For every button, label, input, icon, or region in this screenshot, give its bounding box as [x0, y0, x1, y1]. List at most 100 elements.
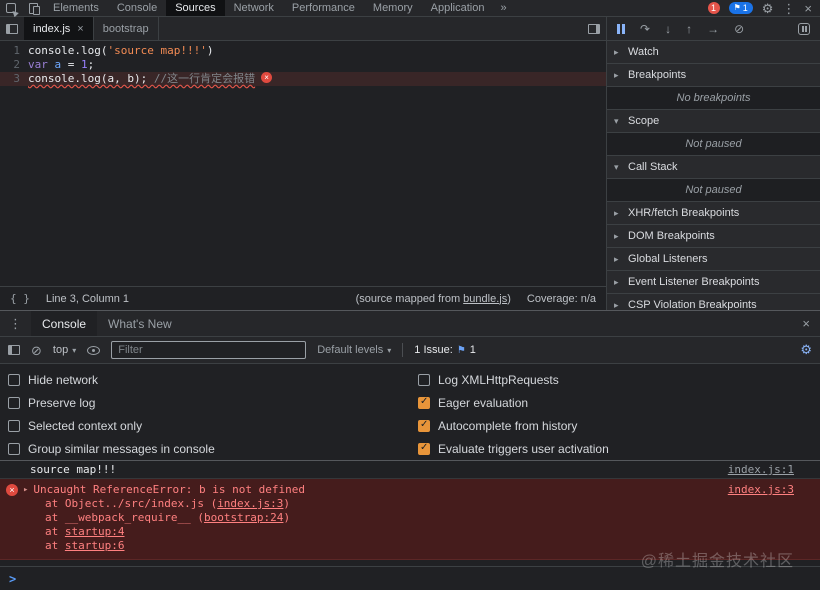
error-underlined-code: console.log(a, b); //这一行肯定会报错 — [28, 72, 255, 86]
clear-console-icon[interactable]: ⊘ — [31, 344, 42, 357]
sidebar-section-csp-violation-breakpoints[interactable]: ▸ CSP Violation Breakpoints — [607, 294, 820, 310]
file-tab-bootstrap[interactable]: bootstrap — [94, 17, 159, 40]
file-tab-indexjs[interactable]: index.js × — [24, 17, 94, 40]
checkbox-label: Group similar messages in console — [28, 441, 215, 456]
settings-gear-icon[interactable]: ⚙ — [762, 2, 774, 15]
console-drawer-header: ⋮ Console What's New × — [0, 311, 820, 337]
step-out-icon[interactable]: ↑ — [686, 23, 692, 35]
tab-elements[interactable]: Elements — [44, 0, 108, 16]
close-drawer-icon[interactable]: × — [792, 316, 820, 331]
checkbox-checked[interactable] — [418, 419, 430, 432]
checkbox-label: Eager evaluation — [438, 396, 529, 411]
line-number[interactable]: 2 — [0, 58, 28, 72]
checkbox-label: Selected context only — [28, 418, 143, 433]
sidebar-section-scope[interactable]: ▾ Scope — [607, 110, 820, 133]
settings-column-left: Hide network Preserve log Selected conte… — [8, 369, 418, 460]
checkbox[interactable] — [8, 442, 20, 455]
context-selector[interactable]: top ▾ — [53, 344, 76, 356]
expand-arrow-icon[interactable]: ▸ — [23, 483, 28, 497]
more-tabs-icon[interactable]: » — [493, 2, 513, 14]
code-token: = — [61, 58, 81, 71]
line-number[interactable]: 3 — [0, 72, 28, 86]
tab-performance[interactable]: Performance — [283, 0, 364, 16]
stack-text: at Object../src/index.js ( — [45, 497, 218, 510]
tab-memory[interactable]: Memory — [364, 0, 422, 16]
sidebar-section-call-stack[interactable]: ▾ Call Stack — [607, 156, 820, 179]
drawer-tab-whats-new[interactable]: What's New — [97, 311, 183, 336]
error-count-badge[interactable]: 1 — [707, 2, 720, 14]
sidebar-section-global-listeners[interactable]: ▸ Global Listeners — [607, 248, 820, 271]
pause-on-exceptions-icon[interactable] — [798, 22, 810, 35]
chevron-icon: ▸ — [614, 253, 619, 264]
source-map-text: (source mapped from — [355, 292, 464, 305]
deactivate-breakpoints-icon[interactable]: ⊘ — [734, 23, 744, 35]
sidebar-section-event-listener-breakpoints[interactable]: ▸ Event Listener Breakpoints — [607, 271, 820, 294]
prompt-chevron-icon: > — [9, 571, 17, 586]
checkbox[interactable] — [8, 397, 20, 410]
issues-count-badge[interactable]: ⚑ 1 — [728, 2, 753, 14]
code-editor[interactable]: 1 console.log('source map!!!') 2 var a = 1… — [0, 41, 606, 286]
close-tab-icon[interactable]: × — [77, 23, 83, 35]
drawer-menu-icon[interactable]: ⋮ — [0, 316, 31, 332]
drawer-tab-console[interactable]: Console — [31, 311, 98, 336]
checkbox[interactable] — [8, 419, 20, 432]
tab-console[interactable]: Console — [108, 0, 166, 16]
step-over-icon[interactable]: ↷ — [640, 23, 650, 35]
tab-sources[interactable]: Sources — [166, 0, 225, 16]
devtools-tab-bar: Elements Console Sources Network Perform… — [0, 0, 820, 17]
line-number[interactable]: 1 — [0, 44, 28, 58]
sidebar-section-watch[interactable]: ▸ Watch — [607, 41, 820, 64]
stack-link[interactable]: bootstrap:24 — [204, 511, 283, 524]
tab-network[interactable]: Network — [225, 0, 283, 16]
console-settings-gear-icon[interactable]: ⚙ — [800, 342, 812, 358]
more-options-icon[interactable]: ⋮ — [782, 2, 795, 15]
chevron-down-icon: ▾ — [72, 345, 77, 355]
not-paused-message: Not paused — [607, 133, 820, 156]
log-levels-dropdown[interactable]: Default levels ▾ — [317, 344, 391, 356]
close-devtools-icon[interactable]: × — [804, 2, 812, 15]
stack-link[interactable]: index.js:3 — [217, 497, 283, 510]
code-line: 2 var a = 1; — [0, 58, 606, 72]
checkbox[interactable] — [418, 374, 430, 387]
source-map-link[interactable]: bundle.js — [463, 293, 507, 305]
status-bar-right: (source mapped from bundle.js) Coverage:… — [356, 293, 596, 305]
not-paused-message: Not paused — [607, 179, 820, 202]
step-into-icon[interactable]: ↓ — [665, 23, 671, 35]
stack-text: ) — [283, 497, 291, 510]
sources-status-bar: { } Line 3, Column 1 (source mapped from… — [0, 286, 606, 310]
sidebar-section-dom-breakpoints[interactable]: ▸ DOM Breakpoints — [607, 225, 820, 248]
sidebar-section-xhr-breakpoints[interactable]: ▸ XHR/fetch Breakpoints — [607, 202, 820, 225]
live-expression-eye-icon[interactable] — [87, 345, 101, 355]
tab-application[interactable]: Application — [422, 0, 494, 16]
pause-script-icon[interactable] — [617, 23, 625, 34]
code-token-keyword: var — [28, 58, 55, 71]
device-toolbar-icon — [28, 2, 40, 15]
filter-input[interactable] — [111, 341, 307, 359]
source-map-text: ) — [507, 292, 511, 305]
inspect-element-button[interactable] — [0, 0, 22, 16]
source-location-link[interactable]: index.js:3 — [728, 483, 794, 497]
issues-chip[interactable]: 1 Issue: ⚑ 1 — [414, 344, 476, 356]
stack-link[interactable]: startup:6 — [65, 539, 125, 552]
debugger-toolbar: ↷ ↓ ↑ → ⊘ — [607, 17, 820, 41]
log-text: source map!!! — [30, 463, 117, 476]
show-navigator-button[interactable] — [0, 17, 24, 40]
checkbox-label: Preserve log — [28, 396, 96, 411]
sidebar-section-breakpoints[interactable]: ▸ Breakpoints — [607, 64, 820, 87]
stack-link[interactable]: startup:4 — [65, 525, 125, 538]
stack-text: at — [45, 539, 65, 552]
checkbox[interactable] — [8, 374, 20, 387]
source-location-link[interactable]: index.js:1 — [728, 463, 794, 476]
checkbox-label: Evaluate triggers user activation — [438, 441, 609, 456]
checkbox-label: Log XMLHttpRequests — [438, 373, 559, 388]
device-toolbar-button[interactable] — [22, 0, 44, 16]
toggle-debugger-sidebar-button[interactable] — [582, 17, 606, 40]
levels-label: Default levels — [317, 344, 384, 356]
chevron-icon: ▸ — [614, 46, 619, 57]
step-icon[interactable]: → — [707, 23, 719, 35]
console-sidebar-icon[interactable] — [8, 345, 20, 355]
code-token-variable: a — [54, 58, 62, 71]
pretty-print-button[interactable]: { } — [10, 292, 30, 305]
checkbox-checked[interactable] — [418, 396, 430, 410]
checkbox-checked[interactable] — [418, 442, 430, 455]
